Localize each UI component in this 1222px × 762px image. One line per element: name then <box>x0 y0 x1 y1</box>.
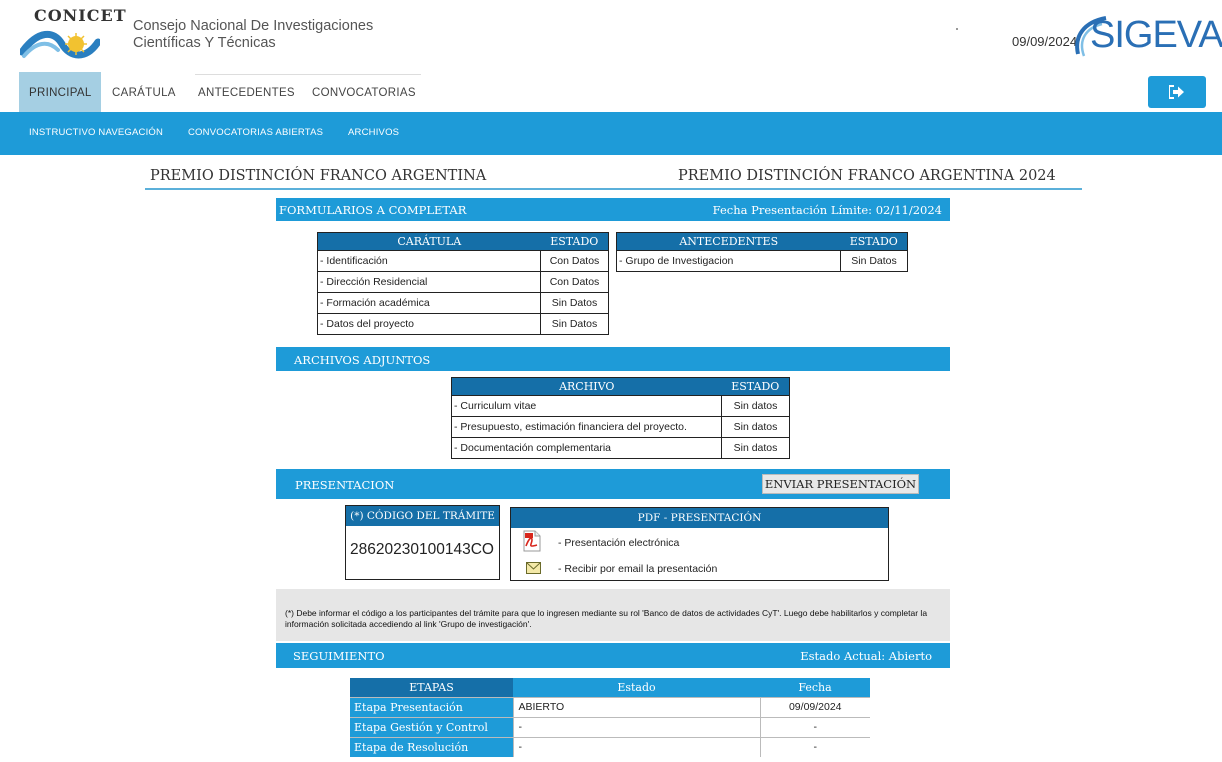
code-note-text: (*) Debe informar el código a los partic… <box>285 608 928 629</box>
conicet-logo-word: CONICET <box>34 6 127 25</box>
table-row: Etapa Gestión y Control - - <box>350 716 870 737</box>
code-header: (*) CÓDIGO DEL TRÁMITE <box>346 506 499 526</box>
header: CONICET Consejo Nacional De Investigacio… <box>0 0 1222 72</box>
table-row[interactable]: - Formación académica Sin Datos <box>317 292 609 314</box>
page-title: PREMIO DISTINCIÓN FRANCO ARGENTINA <box>150 168 487 184</box>
archivo-name[interactable]: - Presupuesto, estimación financiera del… <box>451 416 722 438</box>
seg-date: 09/09/2024 <box>759 696 870 717</box>
seg-state: - <box>512 736 760 757</box>
conicet-wave-icon <box>20 31 100 59</box>
seguimiento-bar: SEGUIMIENTO Estado Actual: Abierto <box>276 643 950 668</box>
table-row: Etapa de Resolución - - <box>350 736 870 757</box>
email-icon[interactable] <box>526 561 541 579</box>
org-name: Consejo Nacional De Investigaciones Cien… <box>133 18 373 52</box>
tab-caratula[interactable]: CARÁTULA <box>112 72 176 112</box>
table-row[interactable]: - Identificación Con Datos <box>317 250 609 272</box>
formularios-deadline: Fecha Presentación Límite: 02/11/2024 <box>712 203 942 217</box>
pdf-box: PDF - PRESENTACIÓN - Presentación electr… <box>510 507 889 581</box>
seg-header-estado: Estado <box>513 678 760 697</box>
seg-stage: Etapa de Resolución <box>350 736 513 757</box>
sub-nav: INSTRUCTIVO NAVEGACIÓN CONVOCATORIAS ABI… <box>0 112 1222 155</box>
table-row[interactable]: - Presupuesto, estimación financiera del… <box>451 416 790 438</box>
code-box: (*) CÓDIGO DEL TRÁMITE 28620230100143CO <box>345 505 500 580</box>
antecedentes-header: ANTECEDENTES <box>616 232 841 251</box>
archivo-status: Sin datos <box>721 416 790 438</box>
archivos-title: ARCHIVOS ADJUNTOS <box>294 353 431 367</box>
seguimiento-table: ETAPAS Estado Fecha Etapa Presentación A… <box>350 678 870 757</box>
formularios-title: FORMULARIOS A COMPLETAR <box>279 203 467 217</box>
archivo-name[interactable]: - Documentación complementaria <box>451 437 722 459</box>
seg-header-fecha: Fecha <box>760 678 870 697</box>
subnav-instructivo[interactable]: INSTRUCTIVO NAVEGACIÓN <box>29 127 163 138</box>
table-row[interactable]: - Documentación complementaria Sin datos <box>451 437 790 459</box>
seg-stage: Etapa Presentación <box>350 696 513 717</box>
antecedentes-item-name[interactable]: - Grupo de Investigacion <box>616 250 841 272</box>
subnav-convocatorias-abiertas[interactable]: CONVOCATORIAS ABIERTAS <box>188 127 323 138</box>
seg-date: - <box>759 736 870 757</box>
conicet-logo[interactable]: CONICET <box>20 6 126 68</box>
seg-header-etapas: ETAPAS <box>350 678 513 697</box>
sigeva-logo-text: SIGEVA <box>1090 14 1222 56</box>
org-name-line1: Consejo Nacional De Investigaciones <box>133 18 374 34</box>
header-dot <box>956 28 958 30</box>
sigeva-logo[interactable]: SIGEVA <box>1070 12 1222 62</box>
caratula-item-status: Sin Datos <box>540 292 609 314</box>
code-note: (*) Debe informar el código a los partic… <box>276 589 950 641</box>
pdf-icon[interactable] <box>523 530 541 557</box>
archivos-bar: ARCHIVOS ADJUNTOS <box>276 347 950 371</box>
archivo-status: Sin datos <box>721 437 790 459</box>
estado-actual: Estado Actual: Abierto <box>800 649 932 663</box>
tramite-code: 28620230100143CO <box>350 541 494 558</box>
table-row[interactable]: - Curriculum vitae Sin datos <box>451 395 790 417</box>
table-row[interactable]: - Datos del proyecto Sin Datos <box>317 313 609 335</box>
tab-antecedentes[interactable]: ANTECEDENTES <box>198 72 295 112</box>
caratula-item-status: Sin Datos <box>540 313 609 335</box>
pdf-header: PDF - PRESENTACIÓN <box>511 508 888 528</box>
seg-state: ABIERTO <box>512 696 760 717</box>
archivos-header: ARCHIVO <box>451 377 722 396</box>
caratula-table: CARÁTULA ESTADO - Identificación Con Dat… <box>317 232 609 335</box>
send-presentation-button[interactable]: ENVIAR PRESENTACIÓN <box>762 474 919 494</box>
table-row[interactable]: - Dirección Residencial Con Datos <box>317 271 609 293</box>
caratula-item-name[interactable]: - Datos del proyecto <box>317 313 541 335</box>
main-nav: PRINCIPAL CARÁTULA ANTECEDENTES CONVOCAT… <box>0 72 1222 112</box>
logout-button[interactable] <box>1148 76 1206 108</box>
seg-stage: Etapa Gestión y Control <box>350 716 513 737</box>
caratula-item-name[interactable]: - Identificación <box>317 250 541 272</box>
tab-convocatorias[interactable]: CONVOCATORIAS <box>312 72 416 112</box>
archivos-status-header: ESTADO <box>721 377 790 396</box>
caratula-item-status: Con Datos <box>540 250 609 272</box>
table-row[interactable]: - Grupo de Investigacion Sin Datos <box>616 250 908 272</box>
archivos-table: ARCHIVO ESTADO - Curriculum vitae Sin da… <box>451 377 790 459</box>
table-row: Etapa Presentación ABIERTO 09/09/2024 <box>350 696 870 717</box>
antecedentes-table: ANTECEDENTES ESTADO - Grupo de Investiga… <box>616 232 908 272</box>
archivo-name[interactable]: - Curriculum vitae <box>451 395 722 417</box>
caratula-item-status: Con Datos <box>540 271 609 293</box>
seguimiento-title: SEGUIMIENTO <box>293 649 385 663</box>
org-name-line2: Científicas Y Técnicas <box>133 35 276 51</box>
page-subtitle: PREMIO DISTINCIÓN FRANCO ARGENTINA 2024 <box>678 168 1056 184</box>
tab-principal[interactable]: PRINCIPAL <box>19 72 101 112</box>
caratula-item-name[interactable]: - Formación académica <box>317 292 541 314</box>
caratula-header: CARÁTULA <box>317 232 541 251</box>
caratula-item-name[interactable]: - Dirección Residencial <box>317 271 541 293</box>
email-link[interactable]: - Recibir por email la presentación <box>558 563 717 575</box>
header-date: 09/09/2024 <box>1012 34 1078 49</box>
antecedentes-status-header: ESTADO <box>840 232 908 251</box>
archivo-status: Sin datos <box>721 395 790 417</box>
formularios-bar: FORMULARIOS A COMPLETAR Fecha Presentaci… <box>276 198 950 221</box>
caratula-status-header: ESTADO <box>540 232 609 251</box>
antecedentes-item-status: Sin Datos <box>840 250 908 272</box>
logout-icon <box>1169 85 1184 99</box>
seg-date: - <box>759 716 870 737</box>
seg-state: - <box>512 716 760 737</box>
pdf-link[interactable]: - Presentación electrónica <box>558 537 679 549</box>
title-rule <box>145 188 1082 190</box>
presentacion-title: PRESENTACION <box>295 478 395 492</box>
subnav-archivos[interactable]: ARCHIVOS <box>348 127 399 138</box>
